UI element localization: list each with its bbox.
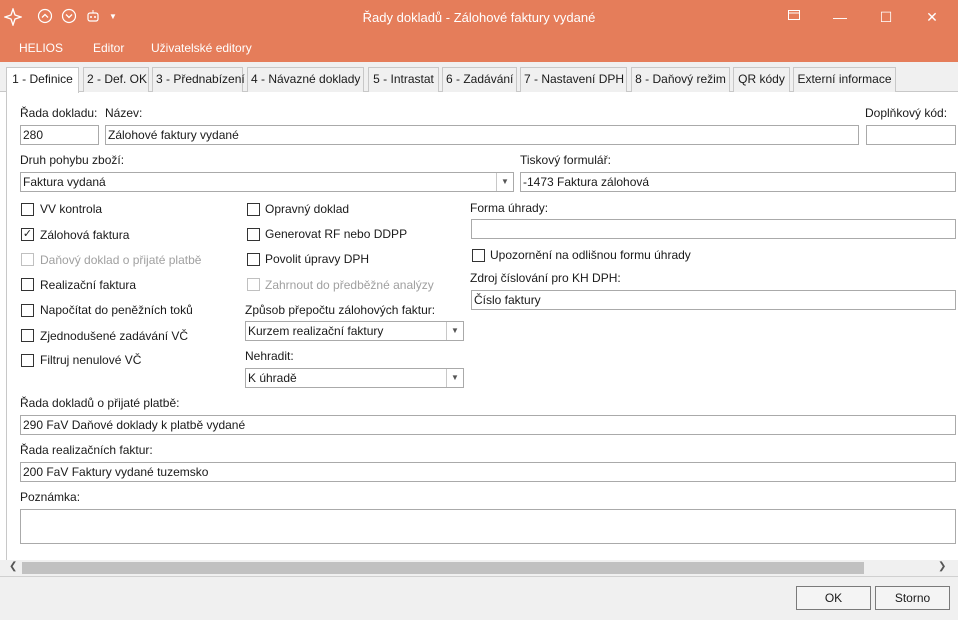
druh-pohybu-select[interactable]: Faktura vydaná ▼ [20, 172, 514, 192]
menu-helios[interactable]: HELIOS [19, 41, 63, 55]
opravny-doklad-label: Opravný doklad [265, 202, 350, 216]
nehradit-select[interactable]: K úhradě ▼ [245, 368, 464, 388]
scroll-left-icon[interactable]: ❮ [9, 561, 17, 572]
tab-navazne-doklady[interactable]: 4 - Návazné doklady [247, 67, 364, 92]
maximize-icon[interactable]: ☐ [874, 6, 898, 28]
napocitat-checkbox[interactable] [21, 304, 34, 317]
vv-kontrola-checkbox[interactable] [21, 203, 34, 216]
poznamka-label: Poznámka: [20, 490, 81, 504]
nazev-label: Název: [105, 106, 143, 120]
tab-strip: 1 - Definice 2 - Def. OK 3 - Přednabízen… [0, 62, 958, 93]
menu-user-editors[interactable]: Uživatelské editory [151, 41, 252, 55]
rada-input[interactable]: 280 [20, 125, 99, 145]
tiskovy-formular-input[interactable]: -1473 Faktura zálohová [520, 172, 956, 192]
minimize-icon[interactable]: — [828, 6, 852, 28]
check-icon: ✓ [22, 228, 33, 240]
zahrnout-label: Zahrnout do předběžné analýzy [265, 278, 434, 292]
zalohova-faktura-label: Zálohová faktura [40, 228, 130, 242]
definice-panel: Řada dokladu: 280 Název: Zálohové faktur… [6, 92, 958, 560]
tab-def-ok[interactable]: 2 - Def. OK [83, 67, 149, 92]
zjednodusene-label: Zjednodušené zadávání VČ [40, 329, 189, 343]
close-icon[interactable]: ✕ [920, 6, 944, 28]
horizontal-scrollbar[interactable]: ❮ ❯ [0, 560, 958, 576]
zpusob-prepoctu-dropdown-icon[interactable]: ▼ [446, 322, 463, 340]
storno-button[interactable]: Storno [875, 586, 950, 610]
doplnkovy-kod-input[interactable] [866, 125, 956, 145]
upozorneni-checkbox[interactable] [472, 249, 485, 262]
zdroj-cislovani-label: Zdroj číslování pro KH DPH: [470, 271, 621, 285]
scroll-right-icon[interactable]: ❯ [938, 561, 946, 572]
tab-nastaveni-dph[interactable]: 7 - Nastavení DPH [520, 67, 627, 92]
tab-prednabizeni[interactable]: 3 - Přednabízení [152, 67, 245, 92]
scroll-thumb[interactable] [22, 562, 864, 574]
zdroj-cislovani-input[interactable]: Číslo faktury [471, 290, 956, 310]
rada-platba-label: Řada dokladů o přijaté platbě: [20, 396, 180, 410]
druh-pohybu-label: Druh pohybu zboží: [20, 153, 125, 167]
realizacni-faktura-label: Realizační faktura [40, 278, 137, 292]
danovy-doklad-checkbox [21, 253, 34, 266]
title-bar: ▼ Řady dokladů - Zálohové faktury vydané… [0, 0, 958, 36]
filtruj-checkbox[interactable] [21, 354, 34, 367]
upozorneni-label: Upozornění na odlišnou formu úhrady [490, 248, 691, 262]
rada-platba-input[interactable]: 290 FaV Daňové doklady k platbě vydané [20, 415, 956, 435]
menu-bar: HELIOS Editor Uživatelské editory [0, 36, 958, 62]
tab-danovy-rezim[interactable]: 8 - Daňový režim [631, 67, 730, 92]
generovat-rf-label: Generovat RF nebo DDPP [265, 227, 408, 241]
doplnkovy-kod-label: Doplňkový kód: [865, 106, 948, 120]
opravny-doklad-checkbox[interactable] [247, 203, 260, 216]
tab-intrastat[interactable]: 5 - Intrastat [368, 67, 439, 92]
tab-qr-kody[interactable]: QR kódy [733, 67, 790, 92]
restore-layout-icon[interactable] [782, 6, 806, 28]
realizacni-faktura-checkbox[interactable] [21, 278, 34, 291]
danovy-doklad-label: Daňový doklad o přijaté platbě [40, 253, 202, 267]
forma-uhrady-input[interactable] [471, 219, 956, 239]
zalohova-faktura-checkbox[interactable]: ✓ [21, 228, 34, 241]
nehradit-value: K úhradě [248, 371, 297, 385]
zpusob-prepoctu-select[interactable]: Kurzem realizační faktury ▼ [245, 321, 464, 341]
povolit-upravy-checkbox[interactable] [247, 253, 260, 266]
rada-realizacnich-input[interactable]: 200 FaV Faktury vydané tuzemsko [20, 462, 956, 482]
tab-definice[interactable]: 1 - Definice [6, 67, 79, 93]
dialog-footer: OK Storno [0, 576, 958, 620]
napocitat-label: Napočítat do peněžních toků [40, 303, 193, 317]
zjednodusene-checkbox[interactable] [21, 329, 34, 342]
povolit-upravy-label: Povolit úpravy DPH [265, 252, 370, 266]
generovat-rf-checkbox[interactable] [247, 228, 260, 241]
rada-realizacnich-label: Řada realizačních faktur: [20, 443, 153, 457]
tiskovy-formular-label: Tiskový formulář: [520, 153, 611, 167]
poznamka-textarea[interactable] [20, 509, 956, 544]
ok-button[interactable]: OK [796, 586, 871, 610]
zahrnout-checkbox [247, 278, 260, 291]
vv-kontrola-label: VV kontrola [40, 202, 103, 216]
forma-uhrady-label: Forma úhrady: [470, 201, 549, 215]
menu-editor[interactable]: Editor [93, 41, 124, 55]
filtruj-label: Filtruj nenulové VČ [40, 353, 142, 367]
druh-pohybu-dropdown-icon[interactable]: ▼ [496, 173, 513, 191]
tab-externi-informace[interactable]: Externí informace [793, 67, 896, 92]
nehradit-dropdown-icon[interactable]: ▼ [446, 369, 463, 387]
zpusob-prepoctu-label: Způsob přepočtu zálohových faktur: [245, 303, 436, 317]
nehradit-label: Nehradit: [245, 349, 294, 363]
nazev-input[interactable]: Zálohové faktury vydané [105, 125, 859, 145]
rada-label: Řada dokladu: [20, 106, 98, 120]
tab-zadavani[interactable]: 6 - Zadávání [442, 67, 517, 92]
zpusob-prepoctu-value: Kurzem realizační faktury [248, 324, 384, 338]
window-title: Řady dokladů - Zálohové faktury vydané [362, 10, 596, 25]
druh-pohybu-value: Faktura vydaná [23, 175, 106, 189]
